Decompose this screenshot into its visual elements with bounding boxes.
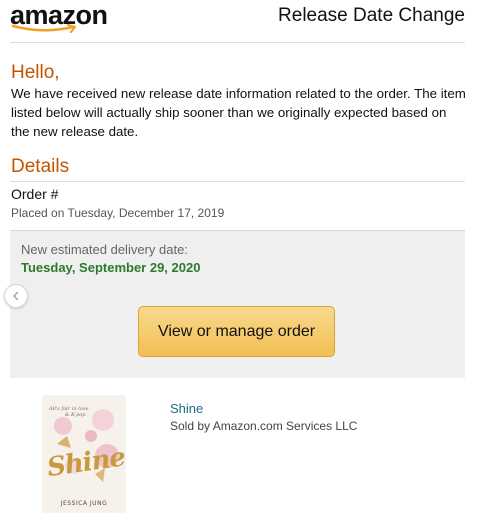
- carousel-prev-button[interactable]: [4, 284, 28, 308]
- delivery-date-value: Tuesday, September 29, 2020: [21, 260, 201, 275]
- header-divider: [10, 42, 465, 43]
- page-title: Release Date Change: [278, 5, 465, 26]
- details-heading: Details: [11, 156, 70, 177]
- view-manage-order-label: View or manage order: [157, 322, 316, 340]
- greeting: Hello,: [11, 62, 60, 83]
- message-body: We have received new release date inform…: [11, 86, 466, 139]
- details-divider: [10, 181, 465, 182]
- delivery-date-label: New estimated delivery date:: [21, 242, 188, 257]
- product-title-link[interactable]: Shine: [170, 401, 203, 416]
- order-number-label: Order #: [11, 186, 59, 202]
- product-seller: Sold by Amazon.com Services LLC: [170, 419, 358, 433]
- view-manage-order-button[interactable]: View or manage order: [138, 306, 335, 357]
- svg-text:& K-pop: & K-pop: [65, 412, 86, 418]
- book-cover-author: JESSICA JUNG: [60, 500, 108, 507]
- book-cover-image[interactable]: All's fair in love & K-pop Shine JESSICA…: [43, 396, 125, 512]
- order-placed-date: Placed on Tuesday, December 17, 2019: [11, 206, 225, 220]
- delivery-panel: New estimated delivery date: Tuesday, Se…: [10, 230, 465, 378]
- chevron-left-icon: [13, 291, 19, 301]
- amazon-smile-icon: [11, 24, 77, 34]
